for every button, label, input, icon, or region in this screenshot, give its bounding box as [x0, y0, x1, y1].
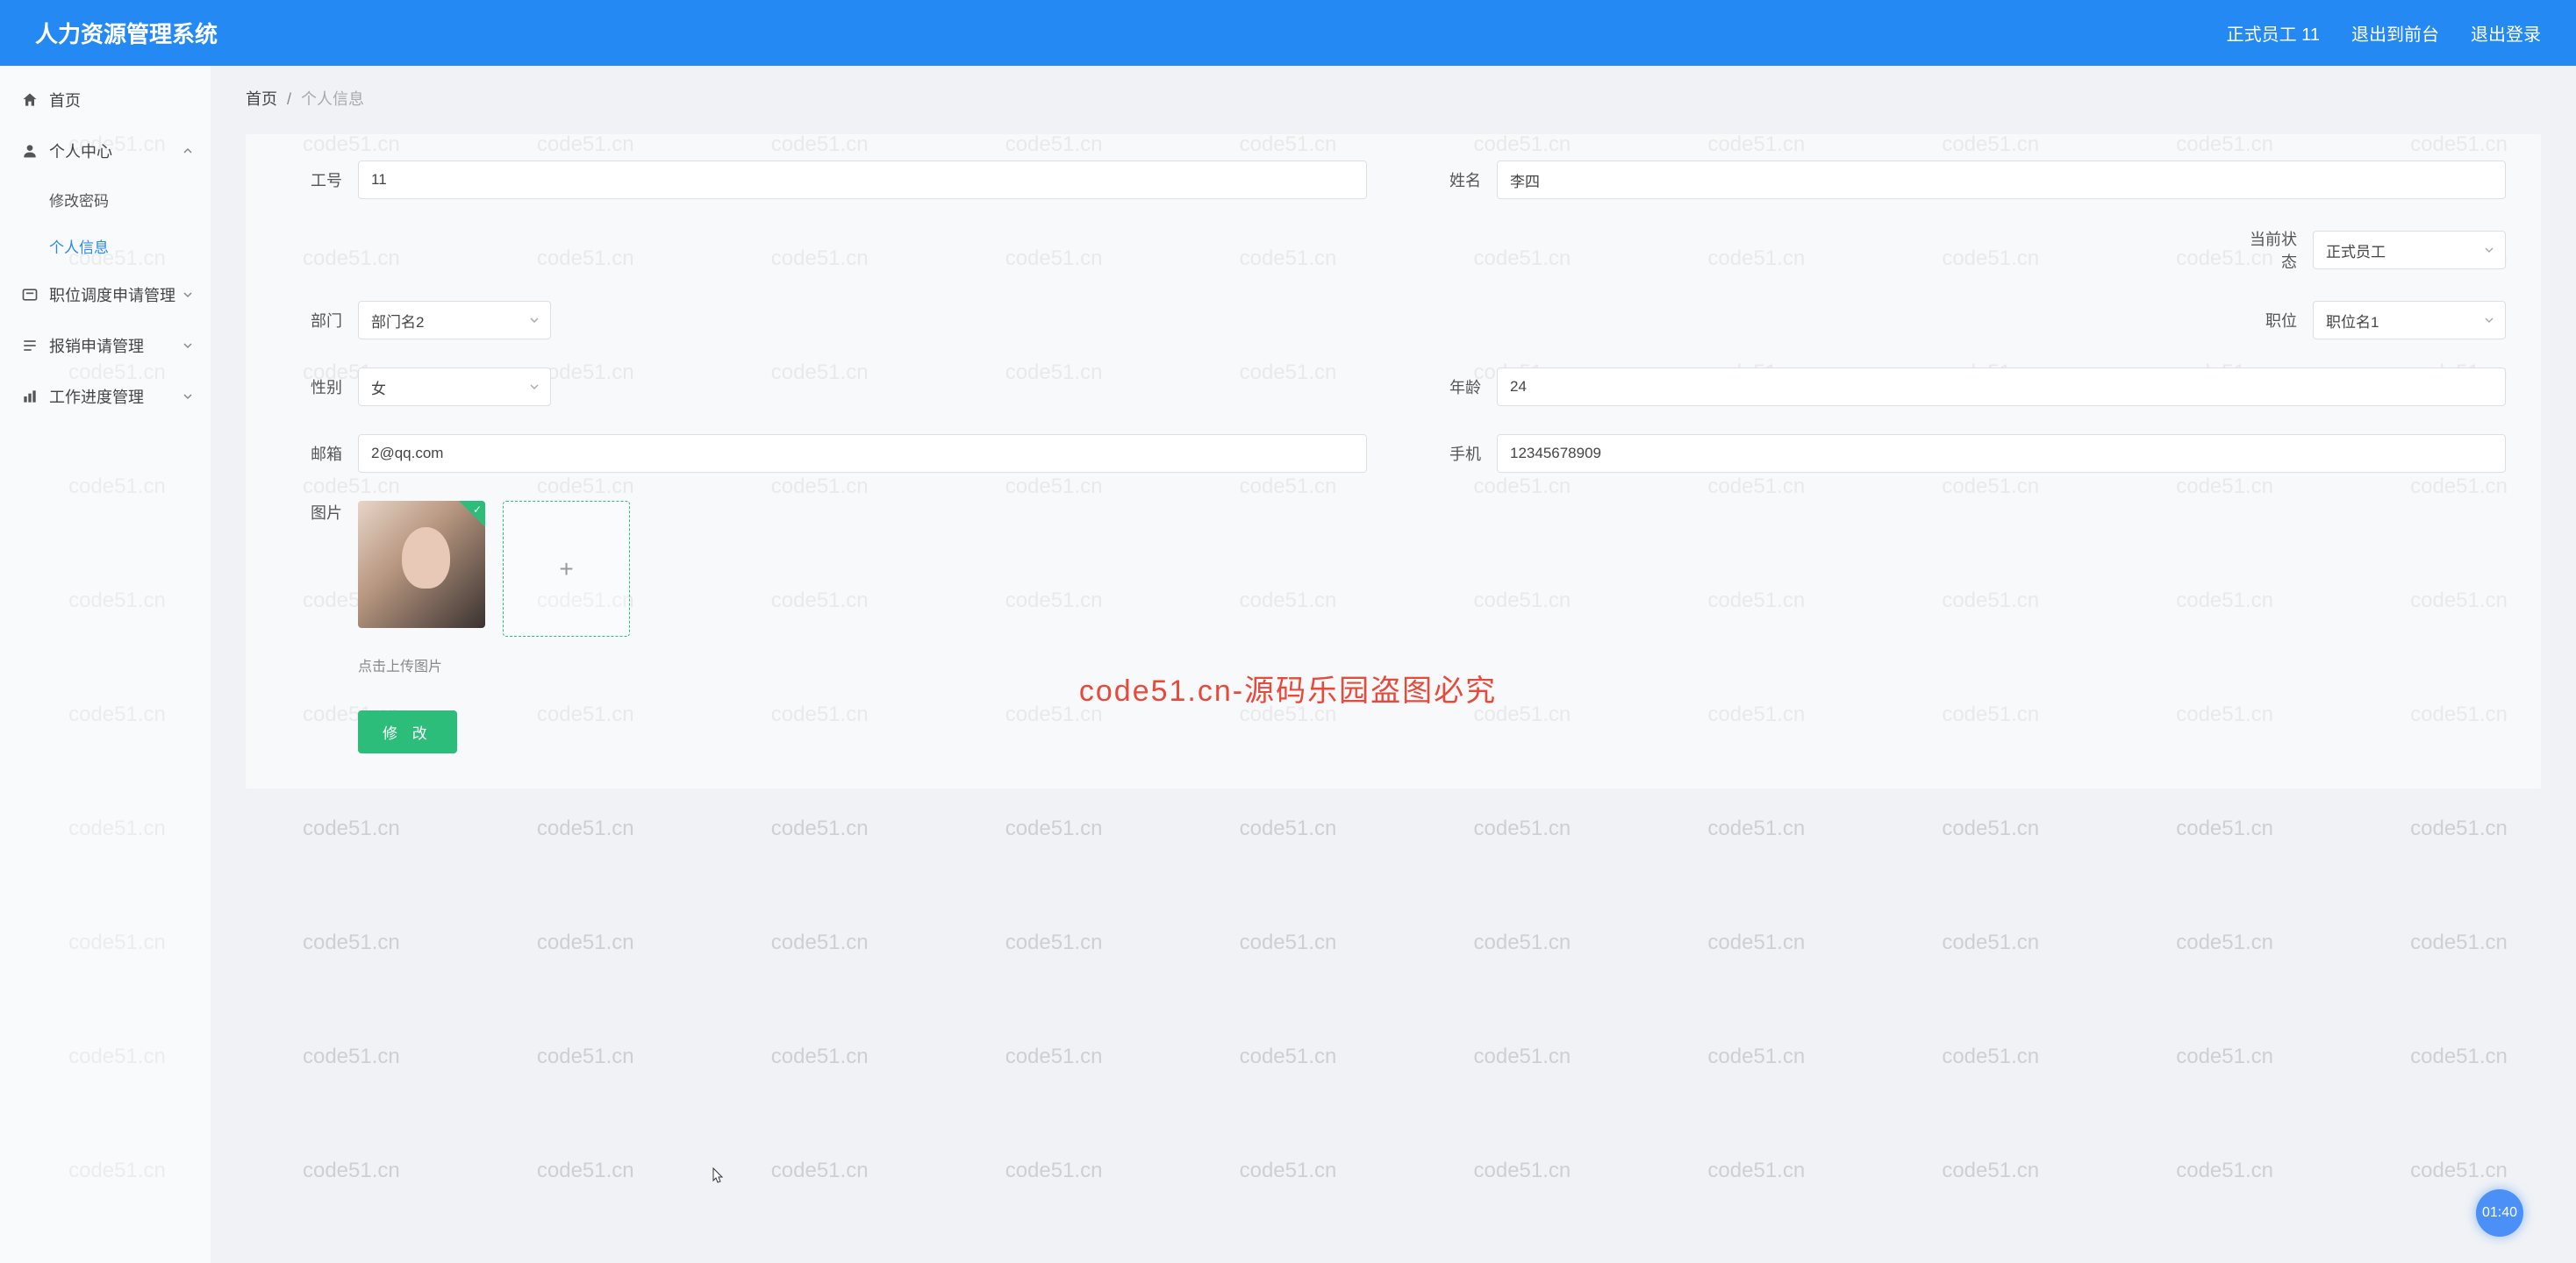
chevron-down-icon [529, 382, 540, 392]
user-icon [21, 142, 39, 160]
status-select[interactable]: 正式员工 [2313, 231, 2506, 269]
nav-personal-info[interactable]: 个人信息 [0, 223, 211, 269]
nav-work-label: 工作进度管理 [49, 385, 144, 408]
logout-link[interactable]: 退出登录 [2471, 20, 2541, 46]
chevron-down-icon [529, 315, 540, 325]
chevron-down-icon [2484, 245, 2494, 255]
email-input[interactable] [358, 434, 1367, 473]
submit-button[interactable]: 修 改 [358, 710, 457, 753]
nav-position-transfer[interactable]: 职位调度申请管理 [0, 269, 211, 320]
dept-select[interactable]: 部门名2 [358, 301, 551, 339]
emp-id-label: 工号 [281, 168, 342, 191]
uploaded-image[interactable]: ✓ [358, 501, 485, 628]
nav-reimbursement[interactable]: 报销申请管理 [0, 320, 211, 371]
app-title: 人力资源管理系统 [35, 17, 2227, 49]
name-label: 姓名 [1420, 168, 1481, 191]
plus-icon: + [559, 555, 573, 583]
center-watermark: code51.cn-源码乐园盗图必究 [1079, 667, 1497, 710]
nav-position-label: 职位调度申请管理 [49, 283, 175, 306]
nav-personal-center[interactable]: 个人中心 [0, 125, 211, 176]
chevron-down-icon [182, 289, 193, 300]
breadcrumb: 首页 / 个人信息 [246, 87, 2541, 110]
dept-label: 部门 [281, 309, 342, 332]
pointer-cursor-icon [708, 1167, 726, 1189]
user-status-text[interactable]: 正式员工 11 [2227, 20, 2320, 46]
breadcrumb-current: 个人信息 [301, 90, 364, 108]
gender-label: 性别 [281, 375, 342, 398]
header-bar: 人力资源管理系统 正式员工 11 退出到前台 退出登录 [0, 0, 2576, 66]
nav-home[interactable]: 首页 [0, 75, 211, 125]
content-area: 首页 / 个人信息 工号 姓名 当前状态 正式员工 [211, 66, 2576, 1263]
phone-label: 手机 [1420, 442, 1481, 465]
avatar-photo [402, 527, 450, 589]
age-input[interactable] [1497, 367, 2506, 406]
check-icon: ✓ [473, 503, 482, 516]
emp-id-input[interactable] [358, 161, 1367, 199]
position-value: 职位名1 [2326, 310, 2379, 332]
chevron-down-icon [182, 340, 193, 351]
chevron-up-icon [182, 146, 193, 156]
breadcrumb-home[interactable]: 首页 [246, 90, 277, 108]
exit-to-front-link[interactable]: 退出到前台 [2351, 20, 2439, 46]
position-select[interactable]: 职位名1 [2313, 301, 2506, 339]
dept-value: 部门名2 [371, 310, 424, 332]
chart-icon [21, 388, 39, 405]
timer-badge: 01:40 [2476, 1189, 2523, 1237]
gender-select[interactable]: 女 [358, 367, 551, 406]
sidebar: 首页 个人中心 修改密码 个人信息 职位调度申请管理 报销申请管理 工作进度管理 [0, 66, 211, 1263]
status-label: 当前状态 [2236, 227, 2297, 273]
nav-change-password[interactable]: 修改密码 [0, 176, 211, 223]
phone-input[interactable] [1497, 434, 2506, 473]
message-icon [21, 286, 39, 303]
nav-personal-label: 个人中心 [49, 139, 112, 162]
nav-reimbursement-label: 报销申请管理 [49, 334, 144, 357]
chevron-down-icon [182, 391, 193, 402]
home-icon [21, 91, 39, 109]
breadcrumb-sep: / [287, 90, 291, 108]
image-label: 图片 [281, 501, 342, 524]
upload-add-button[interactable]: + [503, 501, 630, 637]
position-label: 职位 [2236, 309, 2297, 332]
age-label: 年龄 [1420, 375, 1481, 398]
list-icon [21, 337, 39, 354]
nav-work-progress[interactable]: 工作进度管理 [0, 371, 211, 422]
name-input[interactable] [1497, 161, 2506, 199]
chevron-down-icon [2484, 315, 2494, 325]
status-value: 正式员工 [2326, 239, 2386, 261]
nav-home-label: 首页 [49, 89, 81, 111]
email-label: 邮箱 [281, 442, 342, 465]
gender-value: 女 [371, 376, 386, 398]
